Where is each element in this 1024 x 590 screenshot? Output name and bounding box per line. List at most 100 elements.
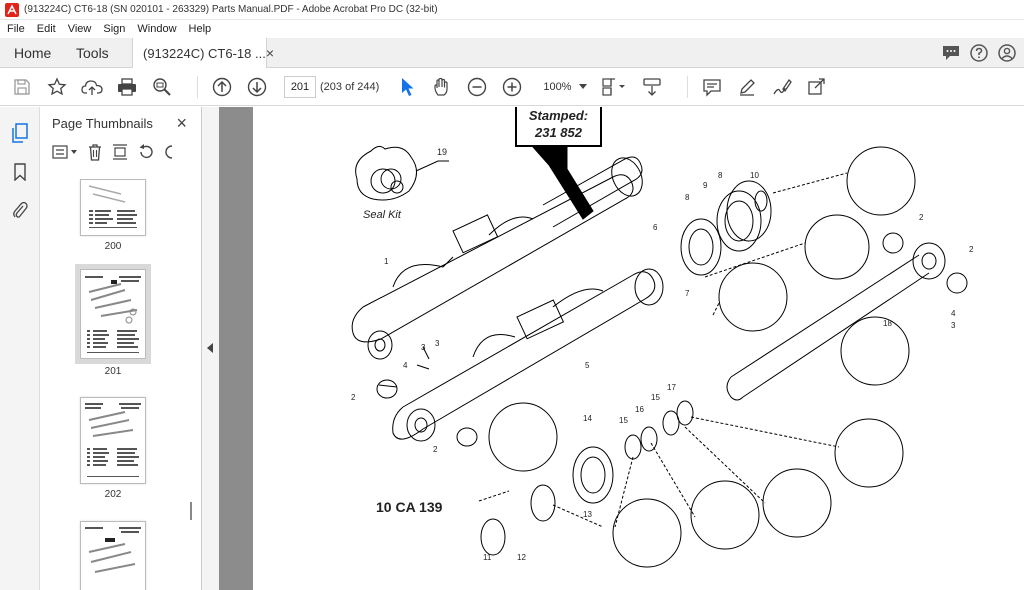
rotate-right-icon[interactable] [164, 143, 174, 164]
menu-edit[interactable]: Edit [31, 23, 62, 35]
callout-6: 6 [653, 223, 658, 232]
callout-8b: 8 [685, 193, 690, 202]
callout-14: 14 [583, 414, 592, 423]
cloud-upload-icon[interactable] [80, 75, 104, 99]
collapse-panel-arrow-icon[interactable] [207, 343, 213, 353]
seal-kit-label: Seal Kit [363, 209, 401, 221]
previous-page-icon[interactable] [210, 75, 234, 99]
bookmark-icon[interactable] [10, 162, 30, 182]
panel-close-icon[interactable]: × [176, 113, 187, 134]
comment-bubble-icon[interactable] [942, 45, 960, 61]
thumbnail-page-200[interactable] [80, 179, 146, 236]
comment-icon[interactable] [700, 75, 724, 99]
zoom-dropdown[interactable]: 100% [535, 80, 588, 93]
next-page-icon[interactable] [245, 75, 269, 99]
menu-file[interactable]: File [0, 23, 31, 35]
help-icon[interactable] [970, 43, 988, 62]
callout-4b: 4 [951, 309, 956, 318]
thumbnail-preview [85, 527, 141, 573]
callout-8: 8 [718, 171, 723, 180]
tab-document[interactable]: (913224C) CT6-18 ... × [132, 38, 274, 68]
save-icon[interactable] [10, 75, 34, 99]
menu-window[interactable]: Window [131, 23, 182, 35]
exploded-parts-diagram [351, 145, 968, 568]
share-tools-icon[interactable] [805, 75, 829, 99]
callout-15b: 15 [651, 393, 660, 402]
panel-header: Page Thumbnails × [40, 107, 201, 139]
callout-3c: 3 [421, 343, 426, 352]
main-toolbar: 201 (203 of 244) 100% [0, 68, 1024, 106]
callout-4: 4 [403, 361, 408, 370]
tab-close-icon[interactable]: × [266, 45, 274, 61]
menu-bar: File Edit View Sign Window Help [0, 20, 1024, 38]
callout-3: 3 [435, 339, 440, 348]
select-cursor-icon[interactable] [395, 75, 419, 99]
panel-scrollbar[interactable] [190, 502, 192, 520]
thumbnail-preview [85, 403, 141, 477]
zoom-in-icon[interactable] [500, 75, 524, 99]
callout-2d: 2 [433, 445, 438, 454]
window-title: (913224C) CT6-18 (SN 020101 - 263329) Pa… [24, 4, 438, 15]
tab-document-label: (913224C) CT6-18 ... [143, 45, 266, 61]
callout-1: 1 [384, 257, 389, 266]
tab-tools[interactable]: Tools [62, 38, 124, 67]
page-thumbnails-panel: Page Thumbnails × 200 201 202 [40, 107, 202, 590]
print-icon[interactable] [115, 75, 139, 99]
panel-title: Page Thumbnails [52, 115, 153, 131]
pdf-page[interactable]: Stamped: 231 852 Seal Kit 10 CA 139 19 1… [253, 107, 1024, 590]
title-bar: (913224C) CT6-18 (SN 020101 - 263329) Pa… [0, 0, 1024, 20]
zoom-value: 100% [543, 80, 572, 93]
menu-help[interactable]: Help [183, 23, 218, 35]
callout-19: 19 [437, 147, 448, 157]
thumbnail-page-201[interactable] [75, 264, 151, 364]
menu-view[interactable]: View [62, 23, 98, 35]
sign-icon[interactable] [770, 75, 794, 99]
insert-page-icon[interactable] [112, 143, 128, 164]
hand-tool-icon[interactable] [430, 75, 454, 99]
account-icon[interactable] [998, 43, 1016, 62]
delete-page-icon[interactable] [87, 143, 103, 164]
left-nav-rail [0, 107, 40, 590]
rotate-left-icon[interactable] [137, 143, 155, 164]
callout-11: 11 [483, 553, 492, 562]
stamped-line-2: 231 852 [535, 125, 582, 140]
callout-2b: 2 [919, 213, 924, 222]
callout-5: 5 [585, 361, 590, 370]
scroll-mode-icon[interactable] [640, 75, 664, 99]
star-bookmark-icon[interactable] [45, 75, 69, 99]
tab-home[interactable]: Home [0, 38, 62, 67]
page-number-input[interactable]: 201 [284, 75, 316, 98]
thumbnail-label: 202 [104, 489, 122, 500]
page-display-icon[interactable] [599, 75, 629, 99]
page-count-label: (203 of 244) [320, 80, 380, 93]
chevron-down-icon [579, 84, 588, 89]
thumbnail-preview [85, 276, 141, 353]
zoom-search-icon[interactable] [150, 75, 174, 99]
callout-15: 15 [619, 416, 628, 425]
callout-12: 12 [517, 553, 526, 562]
thumbnail-page-202[interactable] [80, 397, 146, 484]
page-thumbnails-icon[interactable] [10, 123, 30, 143]
callout-17: 17 [667, 383, 676, 392]
tab-bar: Home Tools (913224C) CT6-18 ... × [0, 38, 1024, 68]
callout-18: 18 [883, 319, 892, 328]
callout-3b: 3 [951, 321, 956, 330]
callout-16: 16 [635, 405, 644, 414]
panel-collapse-strip [202, 107, 219, 590]
callout-10: 10 [750, 171, 759, 180]
diagram-reference-code: 10 CA 139 [376, 499, 443, 515]
tabbar-right-tools [942, 38, 1024, 67]
thumbnail-label: 201 [104, 366, 122, 377]
thumbnail-list: 200 201 202 [40, 179, 190, 590]
menu-sign[interactable]: Sign [97, 23, 131, 35]
toolbar-divider [197, 75, 198, 98]
callout-9: 9 [703, 181, 708, 190]
attachment-icon[interactable] [10, 200, 30, 220]
toolbar-divider [687, 75, 689, 98]
stamped-line-1: Stamped: [528, 108, 589, 123]
thumbnail-page-203[interactable] [80, 521, 146, 590]
acrobat-logo-icon [5, 2, 19, 17]
options-menu-icon[interactable] [52, 144, 78, 162]
highlight-pen-icon[interactable] [735, 75, 759, 99]
zoom-out-icon[interactable] [465, 75, 489, 99]
